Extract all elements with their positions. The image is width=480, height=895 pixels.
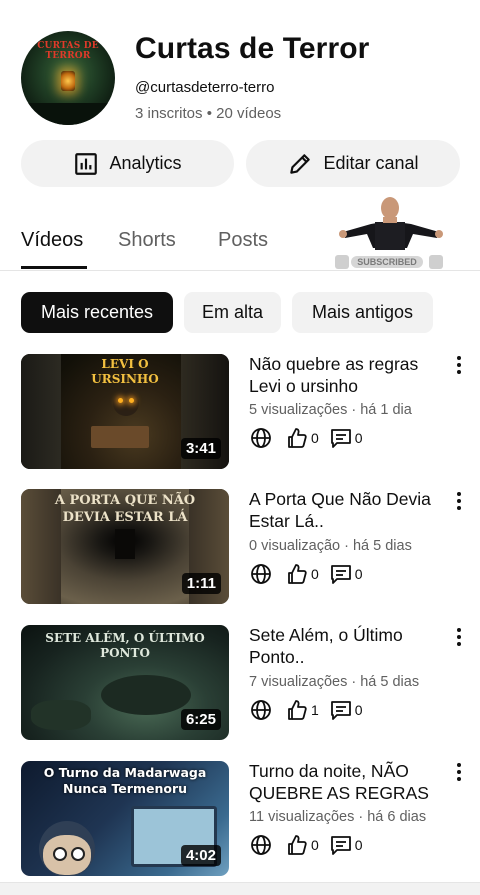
comment-count: 0 [354,566,363,582]
comment-icon [330,701,351,720]
more-vert-icon[interactable] [449,353,469,377]
video-views: 0 visualização [249,538,341,554]
video-title[interactable]: Não quebre as regras Levi o ursinho [249,353,439,397]
video-age: há 6 dias [367,809,427,825]
globe-icon [251,835,271,855]
video-stats: 1 0 [249,698,373,722]
tab-videos[interactable]: Vídeos [21,229,83,252]
analytics-label: Analytics [109,153,182,173]
more-vert-icon[interactable] [449,760,469,784]
video-title[interactable]: A Porta Que Não Devia Estar Lá.. [249,488,439,532]
video-meta: 11 visualizações · há 6 dias [249,809,427,825]
analytics-button[interactable]: Analytics [21,140,234,187]
globe-icon [251,564,271,584]
thumbs-up-icon [288,700,307,720]
bottom-nav-edge [0,882,480,895]
subscribed-badge: SUBSCRIBED [357,257,417,267]
video-age: há 1 dia [360,402,412,418]
like-count: 1 [311,702,319,718]
comment-icon [330,429,351,448]
thumbnail-title-text: LEVI O URSINHO [91,357,159,386]
video-thumbnail[interactable]: A PORTA QUE NÃO DEVIA ESTAR LÁ 1:11 [21,489,229,604]
edit-channel-button[interactable]: Editar canal [246,140,460,187]
channel-avatar[interactable]: CURTAS DE TERROR [21,31,115,125]
video-meta: 7 visualizações · há 5 dias [249,674,420,690]
video-thumbnail[interactable]: O Turno da Madarwaga Nunca Termenoru 4:0… [21,761,229,876]
video-stats: 0 0 [249,426,373,450]
comment-count: 0 [354,837,363,853]
thumbnail-title-text: O Turno da Madarwaga Nunca Termenoru [43,765,207,796]
video-thumbnail[interactable]: SETE ALÉM, O ÚLTIMO PONTO 6:25 [21,625,229,740]
edit-channel-label: Editar canal [323,153,419,173]
comment-count: 0 [354,430,363,446]
globe-icon [251,700,271,720]
subscribe-promo-sticker: SUBSCRIBED [333,192,448,272]
like-count: 0 [311,430,319,446]
comment-count: 0 [354,702,363,718]
video-age: há 5 dias [352,538,412,554]
comment-icon [330,565,351,584]
lantern-icon [61,71,75,91]
video-title[interactable]: Sete Além, o Último Ponto.. [249,624,439,668]
like-count: 0 [311,566,319,582]
video-duration: 1:11 [181,573,221,594]
pencil-icon [290,153,311,174]
globe-icon [251,428,271,448]
channel-handle: @curtasdeterro-terro [135,79,275,96]
video-duration: 6:25 [180,709,221,730]
like-count: 0 [311,837,319,853]
thumbs-up-icon [288,564,307,584]
video-age: há 5 dias [360,674,420,690]
thumbnail-title-text: A PORTA QUE NÃO DEVIA ESTAR LÁ [54,493,196,525]
video-duration: 4:02 [180,845,221,866]
analytics-icon [75,152,98,175]
video-duration: 3:41 [180,438,221,459]
video-stats: 0 0 [249,833,373,857]
video-meta: 5 visualizações · há 1 dia [249,402,412,418]
more-vert-icon[interactable] [449,489,469,513]
video-title[interactable]: Turno da noite, NÃO QUEBRE AS REGRAS [249,760,439,804]
video-views: 5 visualizações [249,402,348,418]
thumbs-up-icon [288,835,307,855]
tab-posts[interactable]: Posts [218,229,268,252]
video-thumbnail[interactable]: LEVI O URSINHO 3:41 [21,354,229,469]
tab-shorts[interactable]: Shorts [118,229,176,252]
active-tab-indicator [21,266,87,269]
video-views: 11 visualizações [249,809,355,825]
more-vert-icon[interactable] [449,625,469,649]
channel-stats: 3 inscritos • 20 vídeos [135,105,282,122]
chip-em-alta[interactable]: Em alta [184,292,281,333]
video-stats: 0 0 [249,562,373,586]
channel-name: Curtas de Terror [135,32,370,65]
video-views: 7 visualizações [249,674,348,690]
video-meta: 0 visualização · há 5 dias [249,538,412,554]
chip-mais-recentes[interactable]: Mais recentes [21,292,173,333]
avatar-logo-text: CURTAS DE TERROR [37,41,99,61]
thumbs-up-icon [288,428,307,448]
thumbnail-title-text: SETE ALÉM, O ÚLTIMO PONTO [45,631,205,660]
comment-icon [330,836,351,855]
chip-mais-antigos[interactable]: Mais antigos [292,292,433,333]
